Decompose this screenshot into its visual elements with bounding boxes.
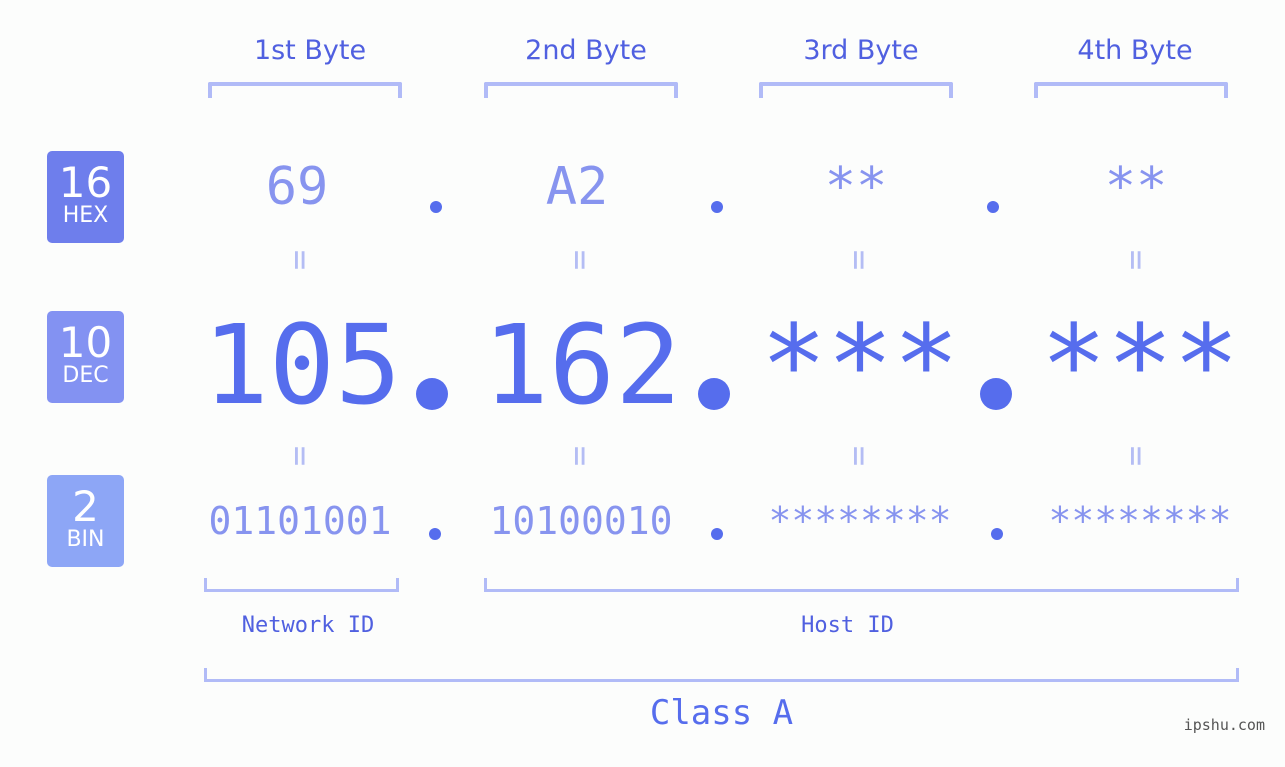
network-id-label: Network ID <box>241 613 375 638</box>
bin-value-1: 01101001 <box>208 499 392 543</box>
watermark: ipshu.com <box>1183 716 1265 734</box>
equals-sign-dec-3: = <box>839 445 879 467</box>
class-bracket <box>204 668 1239 682</box>
bin-value-4: ******** <box>1048 499 1232 543</box>
byte-bracket-4 <box>1034 82 1228 98</box>
class-label: Class A <box>649 693 794 733</box>
bin-badge: 2 BIN <box>47 475 124 567</box>
bin-badge-label: BIN <box>66 527 105 552</box>
hex-value-1: 69 <box>265 157 329 217</box>
bin-separator-dot-3 <box>991 528 1003 540</box>
equals-sign-hex-1: = <box>280 249 320 271</box>
host-id-label: Host ID <box>801 613 894 638</box>
bin-value-2: 10100010 <box>489 499 673 543</box>
bin-badge-number: 2 <box>72 482 99 531</box>
dec-separator-dot-1 <box>416 378 448 410</box>
hex-value-3: ** <box>824 157 888 217</box>
bin-separator-dot-1 <box>429 528 441 540</box>
byte-header-4: 4th Byte <box>1077 35 1193 66</box>
hex-value-4: ** <box>1104 157 1168 217</box>
dec-value-4: *** <box>1040 301 1240 429</box>
bin-value-3: ******** <box>768 499 952 543</box>
network-id-bracket <box>204 578 399 592</box>
byte-bracket-2 <box>484 82 678 98</box>
byte-header-2: 2nd Byte <box>525 35 647 66</box>
hex-separator-dot-2 <box>711 201 723 213</box>
byte-bracket-3 <box>759 82 953 98</box>
dec-separator-dot-3 <box>980 378 1012 410</box>
dec-badge-number: 10 <box>58 318 113 367</box>
equals-sign-hex-3: = <box>839 249 879 271</box>
hex-badge-label: HEX <box>62 203 109 228</box>
equals-sign-dec-1: = <box>280 445 320 467</box>
host-id-bracket <box>484 578 1239 592</box>
dec-separator-dot-2 <box>698 378 730 410</box>
equals-sign-dec-2: = <box>560 445 600 467</box>
hex-value-2: A2 <box>545 157 609 217</box>
dec-badge-label: DEC <box>62 363 109 388</box>
dec-value-2: 162 <box>482 301 682 429</box>
hex-separator-dot-3 <box>987 201 999 213</box>
dec-value-1: 105 <box>202 301 402 429</box>
equals-sign-hex-2: = <box>560 249 600 271</box>
hex-separator-dot-1 <box>430 201 442 213</box>
dec-value-3: *** <box>760 301 960 429</box>
hex-badge: 16 HEX <box>47 151 124 243</box>
byte-header-1: 1st Byte <box>253 35 367 66</box>
dec-badge: 10 DEC <box>47 311 124 403</box>
bin-separator-dot-2 <box>711 528 723 540</box>
byte-bracket-1 <box>208 82 402 98</box>
hex-badge-number: 16 <box>58 158 113 207</box>
byte-header-3: 3rd Byte <box>803 35 919 66</box>
equals-sign-dec-4: = <box>1116 445 1156 467</box>
equals-sign-hex-4: = <box>1116 249 1156 271</box>
